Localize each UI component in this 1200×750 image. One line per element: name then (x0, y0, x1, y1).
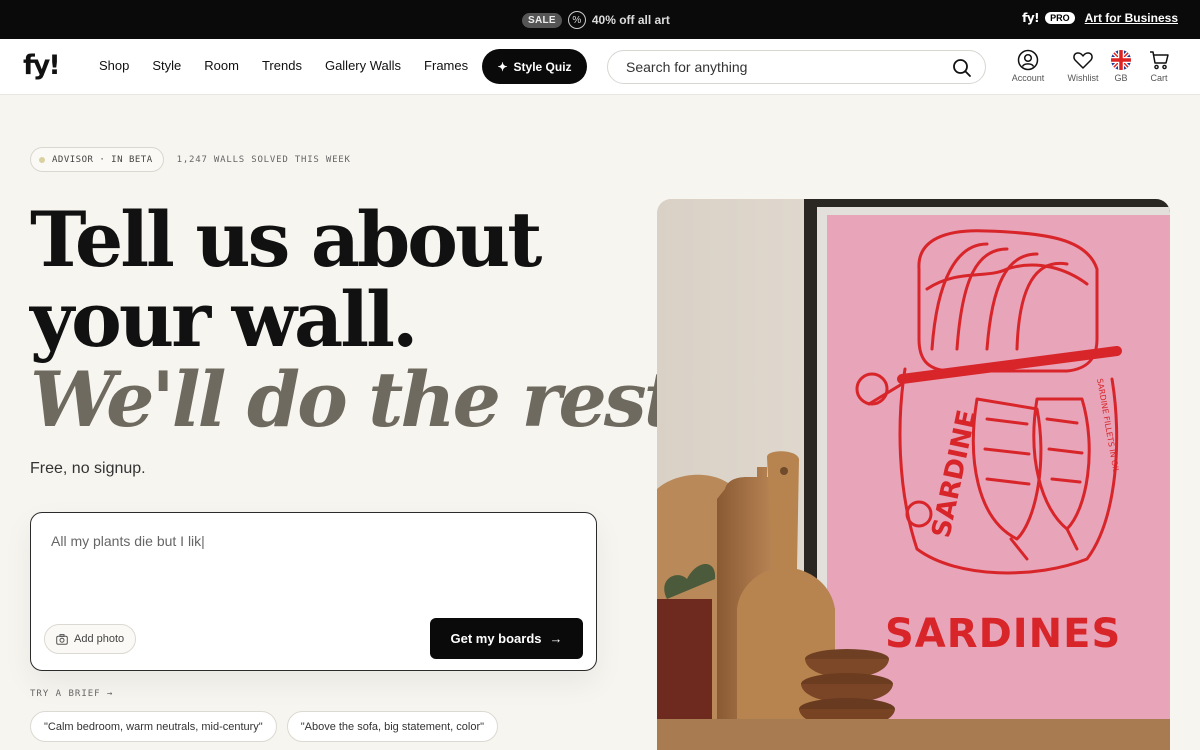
get-my-boards-label: Get my boards (450, 631, 542, 646)
region-button[interactable]: GB (1106, 49, 1136, 83)
advisor-badge-text: ADVISOR · IN BETA (52, 154, 153, 165)
site-header: fy! Shop Style Room Trends Gallery Walls… (0, 39, 1200, 95)
nav-style[interactable]: Style (152, 58, 181, 73)
sale-badge: SALE (522, 12, 562, 28)
cart-button[interactable]: Cart (1144, 49, 1174, 83)
search-bar (607, 50, 986, 84)
nav-room[interactable]: Room (204, 58, 239, 73)
camera-icon (56, 633, 68, 645)
cart-label: Cart (1150, 73, 1168, 83)
headline-line-1: Tell us about (30, 195, 542, 284)
search-input[interactable] (626, 59, 926, 75)
account-button[interactable]: Account (1008, 49, 1048, 83)
brief-input-box: All my plants die but I lik| Add photo G… (30, 512, 597, 671)
get-my-boards-button[interactable]: Get my boards → (430, 618, 583, 659)
artwork-title: SARDINES (885, 611, 1121, 657)
style-quiz-label: Style Quiz (513, 59, 572, 74)
brief-chip[interactable]: "Above the sofa, big statement, color" (286, 711, 499, 742)
promo-bar: SALE % 40% off all art fy! PRO Art for B… (0, 0, 1200, 39)
wishlist-label: Wishlist (1067, 73, 1099, 83)
nav-trends[interactable]: Trends (262, 58, 302, 73)
search-icon[interactable] (952, 58, 972, 78)
region-label: GB (1114, 73, 1128, 83)
nav-gallery-walls[interactable]: Gallery Walls (325, 58, 401, 73)
art-for-business-link[interactable]: Art for Business (1085, 11, 1178, 25)
status-dot-icon (39, 156, 45, 163)
pro-logo: fy! (1022, 11, 1040, 25)
site-logo[interactable]: fy! (23, 52, 61, 80)
heart-icon (1073, 52, 1093, 69)
advisor-badge: ADVISOR · IN BETA (30, 147, 164, 172)
uk-flag-icon (1111, 50, 1131, 70)
arrow-right-icon: → (549, 631, 563, 646)
brief-suggestions: "Calm bedroom, warm neutrals, mid-centur… (30, 711, 499, 742)
brief-chip[interactable]: "Calm bedroom, warm neutrals, mid-centur… (30, 711, 277, 742)
hero-subtitle: Free, no signup. (30, 460, 146, 477)
brief-textarea[interactable]: All my plants die but I lik| (51, 533, 571, 603)
hero-photo: SARDINE SARDINE FILLETS IN OIL SARDINES (657, 199, 1170, 750)
hero-headline: Tell us about your wall. We'll do the re… (30, 195, 702, 444)
promo-offer[interactable]: SALE % 40% off all art (522, 8, 670, 32)
promo-offer-text: 40% off all art (591, 13, 670, 27)
pro-badge: PRO (1045, 12, 1075, 24)
account-icon (1017, 49, 1039, 71)
sparkle-icon: ✦ (497, 59, 508, 74)
sardines-artwork-image: SARDINE SARDINE FILLETS IN OIL SARDINES (657, 199, 1170, 750)
headline-line-3: We'll do the rest. (30, 355, 702, 444)
account-label: Account (1011, 73, 1045, 83)
add-photo-button[interactable]: Add photo (44, 624, 137, 654)
headline-line-2: your wall. (30, 275, 418, 364)
walls-solved-stat: 1,247 WALLS SOLVED THIS WEEK (176, 154, 351, 165)
wishlist-button[interactable]: Wishlist (1063, 49, 1103, 83)
cart-icon (1150, 51, 1169, 70)
try-a-brief-label: TRY A BRIEF → (30, 689, 114, 699)
nav-shop[interactable]: Shop (99, 58, 129, 73)
percent-icon: % (567, 11, 586, 29)
style-quiz-button[interactable]: ✦ Style Quiz (482, 49, 587, 84)
add-photo-label: Add photo (74, 633, 125, 645)
nav-frames[interactable]: Frames (424, 58, 468, 73)
main-nav: Shop Style Room Trends Gallery Walls Fra… (99, 58, 491, 73)
